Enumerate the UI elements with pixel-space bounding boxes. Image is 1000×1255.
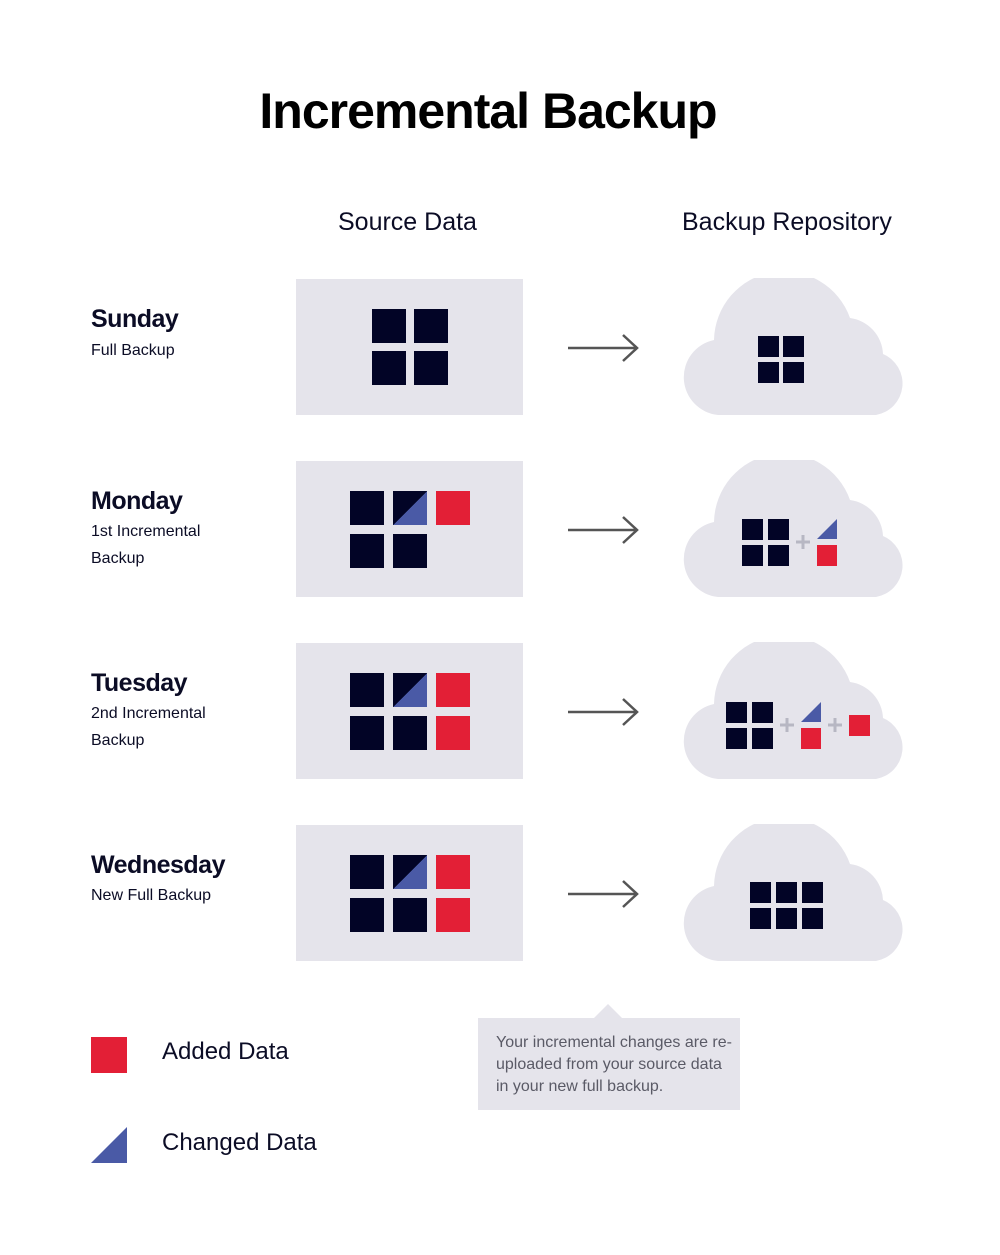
arrow-right-icon (568, 516, 639, 544)
data-block (414, 351, 448, 385)
source-panel-sunday (296, 279, 523, 415)
changed-data-block (393, 673, 427, 707)
data-block (372, 309, 406, 343)
cloud-icon-monday (683, 460, 903, 597)
page-title: Incremental Backup (259, 83, 717, 139)
arrow-right-icon (568, 698, 639, 726)
row-day-tuesday: Tuesday (91, 669, 188, 697)
cloud-icon-sunday (683, 278, 903, 415)
row-day-monday: Monday (91, 487, 183, 515)
callout-note: Your incremental changes are re-uploaded… (478, 1018, 740, 1110)
source-panel-tuesday (296, 643, 523, 779)
row-subtitle-tuesday: 2nd Incremental Backup (91, 705, 206, 749)
data-block (414, 309, 448, 343)
legend-label-added: Added Data (162, 1038, 289, 1065)
cloud-icon-wednesday (683, 824, 903, 961)
row-subtitle-wednesday: New Full Backup (91, 887, 212, 904)
callout-pointer (594, 1004, 622, 1018)
row-day-wednesday: Wednesday (91, 851, 225, 879)
legend-label-changed: Changed Data (162, 1129, 317, 1156)
added-data-block (436, 716, 470, 750)
data-block (350, 673, 384, 707)
data-block (350, 491, 384, 525)
added-data-block (436, 673, 470, 707)
changed-data-block (393, 855, 427, 889)
data-block (393, 716, 427, 750)
source-data-heading: Source Data (338, 208, 477, 236)
source-panel-monday (296, 461, 523, 597)
data-block (350, 855, 384, 889)
cloud-icon-tuesday (683, 642, 903, 779)
data-block (372, 351, 406, 385)
row-subtitle-monday: 1st Incremental Backup (91, 523, 201, 567)
added-data-block (436, 491, 470, 525)
data-block (393, 534, 427, 568)
added-data-block (436, 855, 470, 889)
data-block (350, 716, 384, 750)
changed-data-legend-icon (91, 1127, 127, 1163)
changed-data-block (393, 491, 427, 525)
arrow-right-icon (568, 334, 639, 362)
data-block (350, 898, 384, 932)
data-block (393, 898, 427, 932)
backup-repository-heading: Backup Repository (682, 208, 892, 236)
source-panel-wednesday (296, 825, 523, 961)
callout-text: Your incremental changes are re-uploaded… (496, 1034, 732, 1095)
arrow-right-icon (568, 880, 639, 908)
row-day-sunday: Sunday (91, 305, 179, 333)
data-block (350, 534, 384, 568)
added-data-legend-icon (91, 1037, 127, 1073)
row-subtitle-sunday: Full Backup (91, 342, 175, 359)
added-data-block (436, 898, 470, 932)
